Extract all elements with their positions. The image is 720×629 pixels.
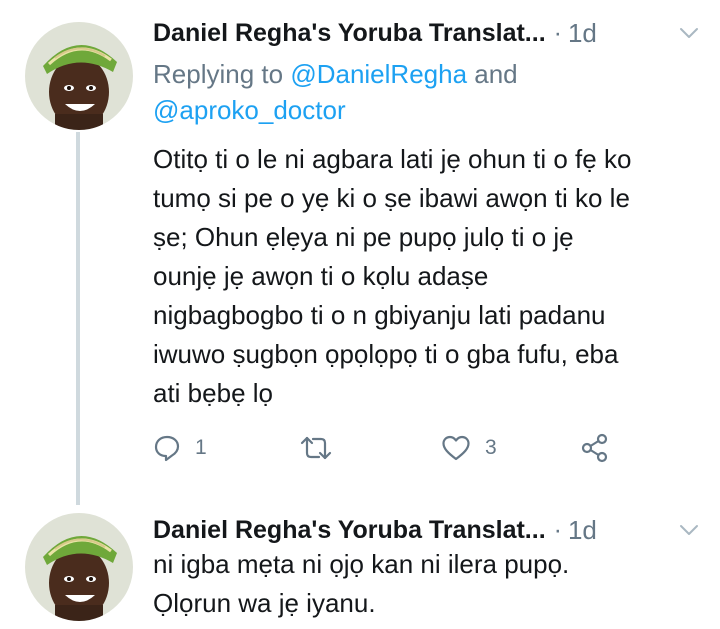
reply-icon — [154, 435, 180, 462]
retweet-button[interactable] — [299, 428, 347, 468]
heart-icon — [442, 435, 470, 461]
tweet-actions: 1 3 — [153, 428, 633, 468]
thread-line — [76, 132, 80, 505]
share-icon — [581, 433, 608, 463]
tweet[interactable]: Daniel Regha's Yoruba Translat... · 1d R… — [0, 0, 720, 505]
tweet-text: Otitọ ti o le ni agbara lati jẹ ohun ti … — [153, 144, 632, 408]
tweet-header: Daniel Regha's Yoruba Translat... · 1d — [153, 13, 700, 53]
tweet-text: ni igba mẹta ni ọjọ kan ni ilera pupọ. Ọ… — [153, 549, 570, 618]
separator-dot: · — [553, 18, 562, 47]
chevron-down-icon[interactable] — [678, 22, 700, 44]
retweet-icon — [300, 436, 332, 460]
reply-context: Replying to @DanielRegha and @aproko_doct… — [153, 56, 673, 128]
avatar-image — [25, 22, 133, 130]
share-button[interactable] — [580, 428, 610, 468]
mention-link[interactable]: @DanielRegha — [290, 59, 467, 89]
timestamp[interactable]: 1d — [568, 515, 597, 546]
chevron-down-icon[interactable] — [678, 519, 700, 541]
mention-link[interactable]: @aproko_doctor — [153, 95, 346, 125]
tweet-header: Daniel Regha's Yoruba Translat... · 1d — [153, 510, 700, 550]
like-count: 3 — [485, 436, 497, 459]
avatar[interactable] — [25, 513, 133, 621]
avatar-image — [25, 513, 133, 621]
display-name[interactable]: Daniel Regha's Yoruba Translat... — [153, 516, 546, 545]
reply-count: 1 — [195, 436, 207, 459]
avatar[interactable] — [25, 22, 133, 130]
display-name[interactable]: Daniel Regha's Yoruba Translat... — [153, 19, 546, 48]
reply-prefix: Replying to — [153, 59, 291, 89]
timestamp[interactable]: 1d — [568, 18, 597, 49]
separator-dot: · — [553, 515, 562, 544]
like-button[interactable]: 3 — [441, 428, 497, 468]
reply-and: and — [467, 59, 518, 89]
reply-button[interactable]: 1 — [153, 428, 207, 468]
